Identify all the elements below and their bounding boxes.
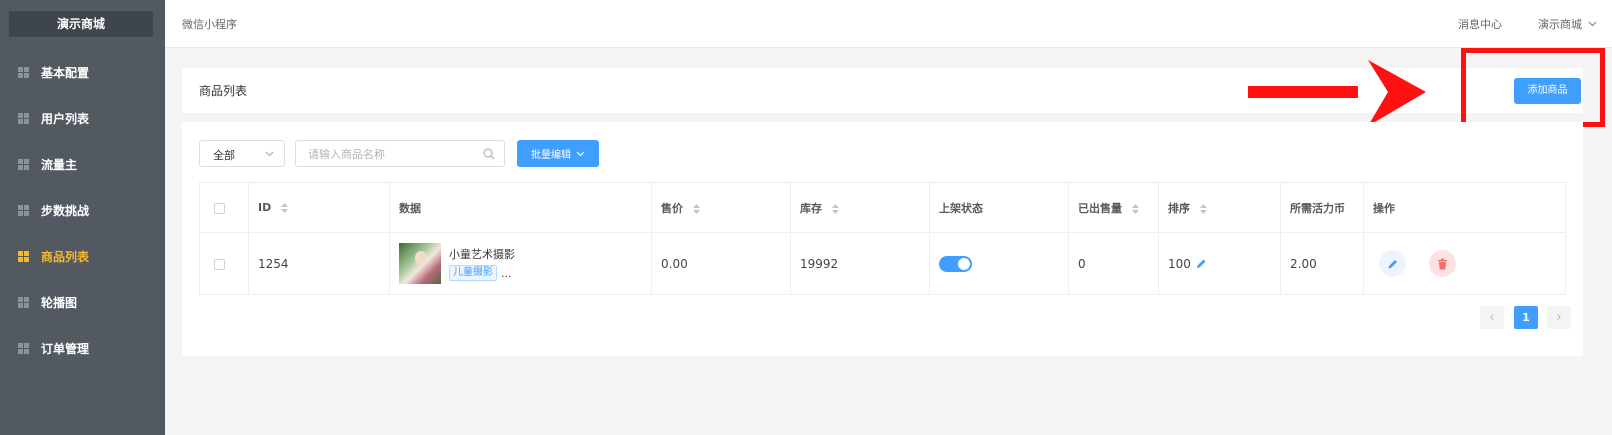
grid-icon xyxy=(18,296,29,308)
column-header-sort[interactable]: 排序 xyxy=(1158,182,1281,233)
on-shelf-toggle[interactable] xyxy=(939,255,972,272)
grid-icon xyxy=(18,342,29,354)
search-box xyxy=(295,140,505,167)
brand-logo: 演示商城 xyxy=(9,11,153,37)
sidebar-item-basic-config[interactable]: 基本配置 xyxy=(0,49,165,95)
batch-edit-label: 批量编辑 xyxy=(531,150,571,161)
chevron-down-icon xyxy=(1588,21,1597,27)
product-list-card: 全部 批量编辑 ID 数据 售价 库存 上架状态 已出售量 xyxy=(182,122,1583,356)
column-header-stock[interactable]: 库存 xyxy=(790,182,930,233)
grid-icon xyxy=(18,250,29,262)
user-menu-label: 演示商城 xyxy=(1538,18,1582,31)
pagination-page-1[interactable]: 1 xyxy=(1514,306,1538,329)
table-row: 1254 小童艺术摄影 儿童摄影 ... 0.00 19992 0 100 2.… xyxy=(199,232,1566,295)
cell-actions xyxy=(1363,232,1566,295)
chevron-right-icon: › xyxy=(1556,310,1562,325)
cell-status xyxy=(929,232,1069,295)
product-name: 小童艺术摄影 xyxy=(449,248,515,261)
sidebar-item-label: 商品列表 xyxy=(41,249,90,264)
pagination-next-button[interactable]: › xyxy=(1547,306,1571,329)
column-header-actions: 操作 xyxy=(1363,182,1566,233)
sort-icon[interactable] xyxy=(1199,203,1207,214)
column-header-status: 上架状态 xyxy=(929,182,1069,233)
sidebar-item-traffic[interactable]: 流量主 xyxy=(0,141,165,187)
sidebar-item-user-list[interactable]: 用户列表 xyxy=(0,95,165,141)
batch-edit-button[interactable]: 批量编辑 xyxy=(517,140,599,167)
message-center-link[interactable]: 消息中心 xyxy=(1458,16,1502,32)
column-header-data: 数据 xyxy=(389,182,652,233)
search-input[interactable] xyxy=(308,145,478,163)
table-header-row: ID 数据 售价 库存 上架状态 已出售量 排序 所需活力币 操作 xyxy=(199,182,1566,233)
column-header-sold[interactable]: 已出售量 xyxy=(1068,182,1159,233)
column-header-price[interactable]: 售价 xyxy=(651,182,791,233)
sidebar-item-label: 轮播图 xyxy=(41,295,78,310)
annotation-highlight-box xyxy=(1461,48,1605,127)
sidebar: 演示商城 基本配置 用户列表 流量主 步数挑战 商品列表 轮播图 订单管理 xyxy=(0,0,165,435)
category-select[interactable]: 全部 xyxy=(199,140,285,167)
product-text: 小童艺术摄影 儿童摄影 ... xyxy=(449,246,515,281)
sort-icon[interactable] xyxy=(281,203,289,213)
pencil-icon[interactable] xyxy=(1196,258,1207,269)
edit-icon xyxy=(1388,259,1397,268)
sort-icon[interactable] xyxy=(831,203,839,214)
annotation-arrow-icon xyxy=(1248,60,1426,126)
grid-icon xyxy=(18,66,29,78)
header-title: 微信小程序 xyxy=(182,18,237,31)
product-info: 小童艺术摄影 儿童摄影 ... xyxy=(399,243,651,284)
sidebar-item-label: 流量主 xyxy=(41,157,78,172)
top-header: 微信小程序 消息中心 演示商城 xyxy=(165,0,1612,48)
grid-icon xyxy=(18,112,29,124)
category-select-value: 全部 xyxy=(213,149,235,162)
grid-icon xyxy=(18,204,29,216)
sort-value: 100 xyxy=(1168,256,1191,271)
sidebar-item-label: 用户列表 xyxy=(41,111,90,126)
sidebar-item-label: 步数挑战 xyxy=(41,203,90,218)
sidebar-item-step-challenge[interactable]: 步数挑战 xyxy=(0,187,165,233)
trash-icon xyxy=(1438,258,1447,269)
chevron-down-icon xyxy=(265,151,274,157)
cell-product: 小童艺术摄影 儿童摄影 ... xyxy=(389,232,652,295)
row-select-cell xyxy=(199,232,249,295)
cell-price: 0.00 xyxy=(651,232,791,295)
sidebar-item-label: 基本配置 xyxy=(41,65,90,80)
sort-icon[interactable] xyxy=(1131,203,1139,214)
category-tag: 儿童摄影 xyxy=(449,265,497,281)
user-menu[interactable]: 演示商城 xyxy=(1538,16,1597,32)
select-all-checkbox[interactable] xyxy=(214,202,225,214)
sidebar-item-product-list[interactable]: 商品列表 xyxy=(0,233,165,279)
column-header-id[interactable]: ID xyxy=(248,182,390,233)
pagination-prev-button[interactable]: ‹ xyxy=(1480,306,1504,329)
product-table: ID 数据 售价 库存 上架状态 已出售量 排序 所需活力币 操作 1254 小… xyxy=(199,182,1566,295)
column-header-coins: 所需活力币 xyxy=(1280,182,1364,233)
row-actions xyxy=(1373,250,1565,277)
page-title: 商品列表 xyxy=(199,84,248,98)
grid-icon xyxy=(18,158,29,170)
row-checkbox[interactable] xyxy=(214,258,225,270)
sidebar-item-carousel[interactable]: 轮播图 xyxy=(0,279,165,325)
chevron-down-icon xyxy=(576,151,585,156)
sidebar-item-orders[interactable]: 订单管理 xyxy=(0,325,165,371)
cell-sold: 0 xyxy=(1068,232,1159,295)
cell-id: 1254 xyxy=(248,232,390,295)
sort-icon[interactable] xyxy=(692,203,700,214)
cell-coins: 2.00 xyxy=(1280,232,1364,295)
more-tags: ... xyxy=(501,266,512,280)
product-thumbnail[interactable] xyxy=(399,243,441,284)
delete-button[interactable] xyxy=(1429,250,1456,277)
select-all-cell xyxy=(199,182,249,233)
cell-stock: 19992 xyxy=(790,232,930,295)
chevron-left-icon: ‹ xyxy=(1489,310,1495,325)
product-tags: 儿童摄影 ... xyxy=(449,265,515,281)
sidebar-item-label: 订单管理 xyxy=(41,341,90,356)
edit-button[interactable] xyxy=(1379,250,1406,277)
cell-sort: 100 xyxy=(1158,232,1281,295)
search-icon[interactable] xyxy=(483,148,495,160)
